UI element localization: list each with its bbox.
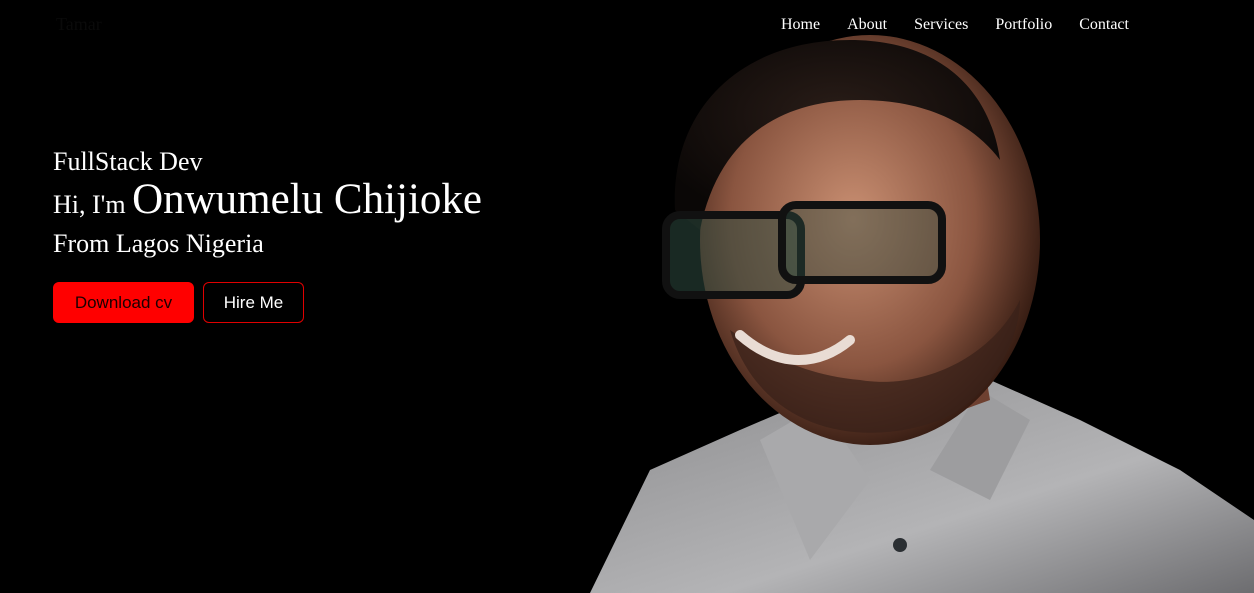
nav-link-services[interactable]: Services bbox=[914, 15, 968, 35]
download-cv-button[interactable]: Download cv bbox=[53, 282, 194, 323]
nav-link-portfolio[interactable]: Portfolio bbox=[995, 15, 1052, 35]
site-logo[interactable]: Tamar bbox=[56, 14, 102, 35]
hero-intro: FullStack Dev Hi, I'm Onwumelu Chijioke … bbox=[53, 146, 482, 261]
hero-portrait-image bbox=[560, 0, 1254, 593]
greeting-text: Hi, I'm bbox=[53, 190, 126, 219]
hero-buttons: Download cv Hire Me bbox=[53, 282, 304, 323]
hero-role: FullStack Dev bbox=[53, 147, 203, 176]
hire-me-button[interactable]: Hire Me bbox=[203, 282, 304, 323]
nav-link-contact[interactable]: Contact bbox=[1079, 15, 1129, 35]
main-nav: Home About Services Portfolio Contact bbox=[781, 15, 1156, 35]
hero-location: From Lagos Nigeria bbox=[53, 229, 264, 258]
nav-link-home[interactable]: Home bbox=[781, 15, 820, 35]
hero-section: Tamar Home About Services Portfolio Cont… bbox=[0, 0, 1254, 593]
nav-link-about[interactable]: About bbox=[847, 15, 887, 35]
hero-name: Onwumelu Chijioke bbox=[132, 176, 483, 223]
hero-greeting: Hi, I'm Onwumelu Chijioke bbox=[53, 178, 482, 227]
